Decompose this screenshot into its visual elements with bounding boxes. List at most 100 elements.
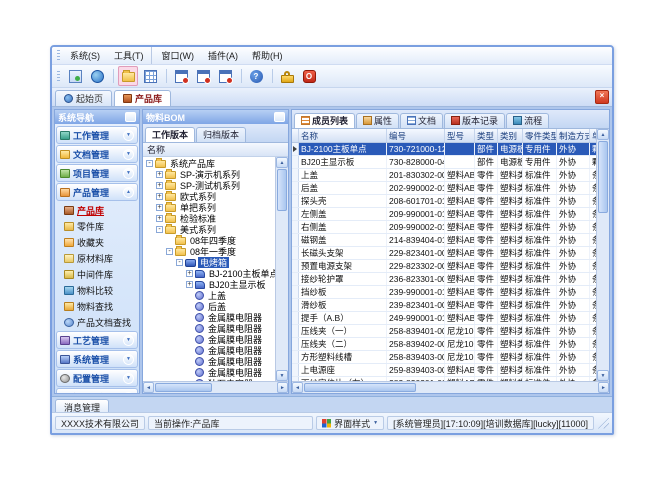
- tree-node[interactable]: - 美式系列: [143, 224, 275, 235]
- column-header-name[interactable]: 名称: [299, 129, 387, 142]
- column-header-type[interactable]: 类型: [475, 129, 498, 142]
- document-tab[interactable]: 产品库: [114, 90, 171, 106]
- table-row[interactable]: 上电源座 259-839403-00X 塑料ABS 零件 塑料类 标准件 外协 …: [292, 364, 596, 377]
- group-chevron-icon[interactable]: ▼: [123, 130, 134, 141]
- tree-node[interactable]: 金属膜电阻器: [143, 356, 275, 367]
- tree-node[interactable]: + SP-演示机系列: [143, 169, 275, 180]
- menu-item[interactable]: 窗口(W): [155, 47, 202, 64]
- table-row[interactable]: 左侧盖 209-990001-01X 塑料ABS 零件 塑料类 标准件 外协 条: [292, 208, 596, 221]
- tree-node[interactable]: + 单把系列: [143, 202, 275, 213]
- tree-vertical-scrollbar[interactable]: ▲ ▼: [275, 157, 288, 381]
- toolbar-button[interactable]: [193, 66, 213, 86]
- sidebar-entry[interactable]: 配置管理 ▼: [56, 369, 138, 387]
- tree-expander[interactable]: -: [156, 226, 163, 233]
- group-chevron-icon[interactable]: ▼: [123, 335, 134, 346]
- table-row[interactable]: 滑纱板 239-823401-00X 塑料ABS 零件 塑料类 标准件 外协 条: [292, 299, 596, 312]
- tree-column-header[interactable]: 名称: [143, 143, 288, 157]
- message-manager-tab[interactable]: 消息管理: [55, 399, 109, 412]
- column-header-part-type[interactable]: 零件类型: [523, 129, 557, 142]
- sidebar-entry[interactable]: 工作管理 ▼: [56, 126, 138, 144]
- table-row[interactable]: 磁钢盖 214-839404-01X 塑料ABS 零件 塑料类 标准件 外协 条: [292, 234, 596, 247]
- toolbar-button[interactable]: [277, 66, 297, 86]
- tree-node[interactable]: 08年四季度: [143, 235, 275, 246]
- tree-node[interactable]: - 系统产品库: [143, 158, 275, 169]
- toolbar-button[interactable]: [65, 66, 85, 86]
- sidebar-entry[interactable]: SP 扩展功能 ▼: [56, 388, 138, 393]
- sidebar-entry[interactable]: 原材料库: [55, 250, 139, 266]
- scrollbar-thumb[interactable]: [277, 169, 287, 211]
- column-header-model[interactable]: 型号: [445, 129, 475, 142]
- grid-horizontal-scrollbar[interactable]: ◄ ►: [292, 381, 609, 393]
- member-panel-tab[interactable]: 属性: [356, 113, 399, 128]
- menu-item[interactable]: 帮助(H): [245, 47, 290, 64]
- scroll-up-icon[interactable]: ▲: [597, 129, 609, 140]
- toolbar-button[interactable]: [171, 66, 191, 86]
- scroll-left-icon[interactable]: ◄: [143, 382, 154, 393]
- table-row[interactable]: 右侧盖 209-990002-01X 塑料ABS 零件 塑料类 标准件 外协 条: [292, 221, 596, 234]
- sidebar-entry[interactable]: 产品文档查找: [55, 314, 139, 330]
- group-chevron-icon[interactable]: ▼: [123, 354, 134, 365]
- scrollbar-thumb[interactable]: [304, 383, 416, 392]
- menu-item[interactable]: 插件(A): [201, 47, 245, 64]
- sidebar-entry[interactable]: 产品库: [55, 202, 139, 218]
- toolbar-button[interactable]: [140, 66, 160, 86]
- tree-node[interactable]: + 欧式系列: [143, 191, 275, 202]
- tree-node[interactable]: + SP-测试机系列: [143, 180, 275, 191]
- group-chevron-icon[interactable]: ▼: [123, 392, 134, 394]
- menu-grip[interactable]: [57, 50, 60, 61]
- tree-expander[interactable]: +: [156, 171, 163, 178]
- table-row[interactable]: 方形塑料线槽 258-839403-00X 尼龙1010 零件 塑料类 标准件 …: [292, 351, 596, 364]
- scroll-down-icon[interactable]: ▼: [597, 370, 609, 381]
- member-panel-tab[interactable]: 版本记录: [444, 113, 505, 128]
- tree-node[interactable]: - 电烤箱: [143, 257, 275, 268]
- table-row[interactable]: 提手（A.B） 249-990001-01X 塑料ABS 零件 塑料类 标准件 …: [292, 312, 596, 325]
- bom-version-tab[interactable]: 工作版本: [145, 127, 195, 142]
- column-header-code[interactable]: 编号: [387, 129, 445, 142]
- tree-node[interactable]: + 检验标准: [143, 213, 275, 224]
- scroll-down-icon[interactable]: ▼: [276, 370, 288, 381]
- tree-expander[interactable]: -: [146, 160, 153, 167]
- table-row[interactable]: 压线夹（一） 258-839401-00X 尼龙1010 零件 塑料类 标准件 …: [292, 325, 596, 338]
- toolbar-button[interactable]: O: [299, 66, 319, 86]
- tree-node[interactable]: 后盖: [143, 301, 275, 312]
- group-chevron-icon[interactable]: ▼: [123, 168, 134, 179]
- tree-node[interactable]: 金属膜电阻器: [143, 345, 275, 356]
- group-chevron-icon[interactable]: ▲: [123, 187, 134, 198]
- tree-node[interactable]: 金属膜电阻器: [143, 312, 275, 323]
- tree-node[interactable]: 金属膜电阻器: [143, 334, 275, 345]
- scroll-up-icon[interactable]: ▲: [276, 157, 288, 168]
- toolbar-button[interactable]: ?: [246, 66, 266, 86]
- sidebar-entry[interactable]: 物料比较: [55, 282, 139, 298]
- tree-expander[interactable]: -: [176, 259, 183, 266]
- resize-grip[interactable]: [598, 418, 609, 429]
- sidebar-entry[interactable]: 产品管理 ▲: [56, 183, 138, 201]
- sidebar-entry[interactable]: 项目管理 ▼: [56, 164, 138, 182]
- member-panel-tab[interactable]: 流程: [506, 113, 549, 128]
- toolbar-button[interactable]: [87, 66, 107, 86]
- bom-panel-pin-button[interactable]: [274, 112, 285, 122]
- bom-version-tab[interactable]: 归档版本: [196, 127, 246, 142]
- scroll-right-icon[interactable]: ►: [277, 382, 288, 393]
- menu-item[interactable]: 工具(T): [107, 47, 152, 64]
- tree-expander[interactable]: +: [186, 270, 193, 277]
- grid-vertical-scrollbar[interactable]: ▲ ▼: [596, 129, 609, 381]
- sidebar-entry[interactable]: 收藏夹: [55, 234, 139, 250]
- table-row[interactable]: 上盖 201-830302-00X 塑料ABS 零件 塑料类 标准件 外协 条: [292, 169, 596, 182]
- tree-node[interactable]: + BJ-2100主板单点: [143, 268, 275, 279]
- table-row[interactable]: 探头壳 208-601701-01X 塑料ABS 零件 塑料类 标准件 外协 条: [292, 195, 596, 208]
- sidebar-entry[interactable]: 零件库: [55, 218, 139, 234]
- sidebar-entry[interactable]: 物料查找: [55, 298, 139, 314]
- tree-expander[interactable]: -: [166, 248, 173, 255]
- tree-node[interactable]: 上盖: [143, 290, 275, 301]
- tree-node[interactable]: + BJ20主显示板: [143, 279, 275, 290]
- sidebar-entry[interactable]: 系统管理 ▼: [56, 350, 138, 368]
- menu-item[interactable]: 系统(S): [63, 47, 107, 64]
- member-panel-tab[interactable]: 成员列表: [294, 113, 355, 128]
- tree-expander[interactable]: +: [156, 204, 163, 211]
- toolbar-grip[interactable]: [57, 71, 60, 82]
- tree-expander[interactable]: +: [156, 215, 163, 222]
- close-tab-button[interactable]: ×: [595, 90, 609, 104]
- tree-node[interactable]: 金属膜电阻器: [143, 323, 275, 334]
- scroll-left-icon[interactable]: ◄: [292, 382, 303, 393]
- tree-expander[interactable]: +: [156, 182, 163, 189]
